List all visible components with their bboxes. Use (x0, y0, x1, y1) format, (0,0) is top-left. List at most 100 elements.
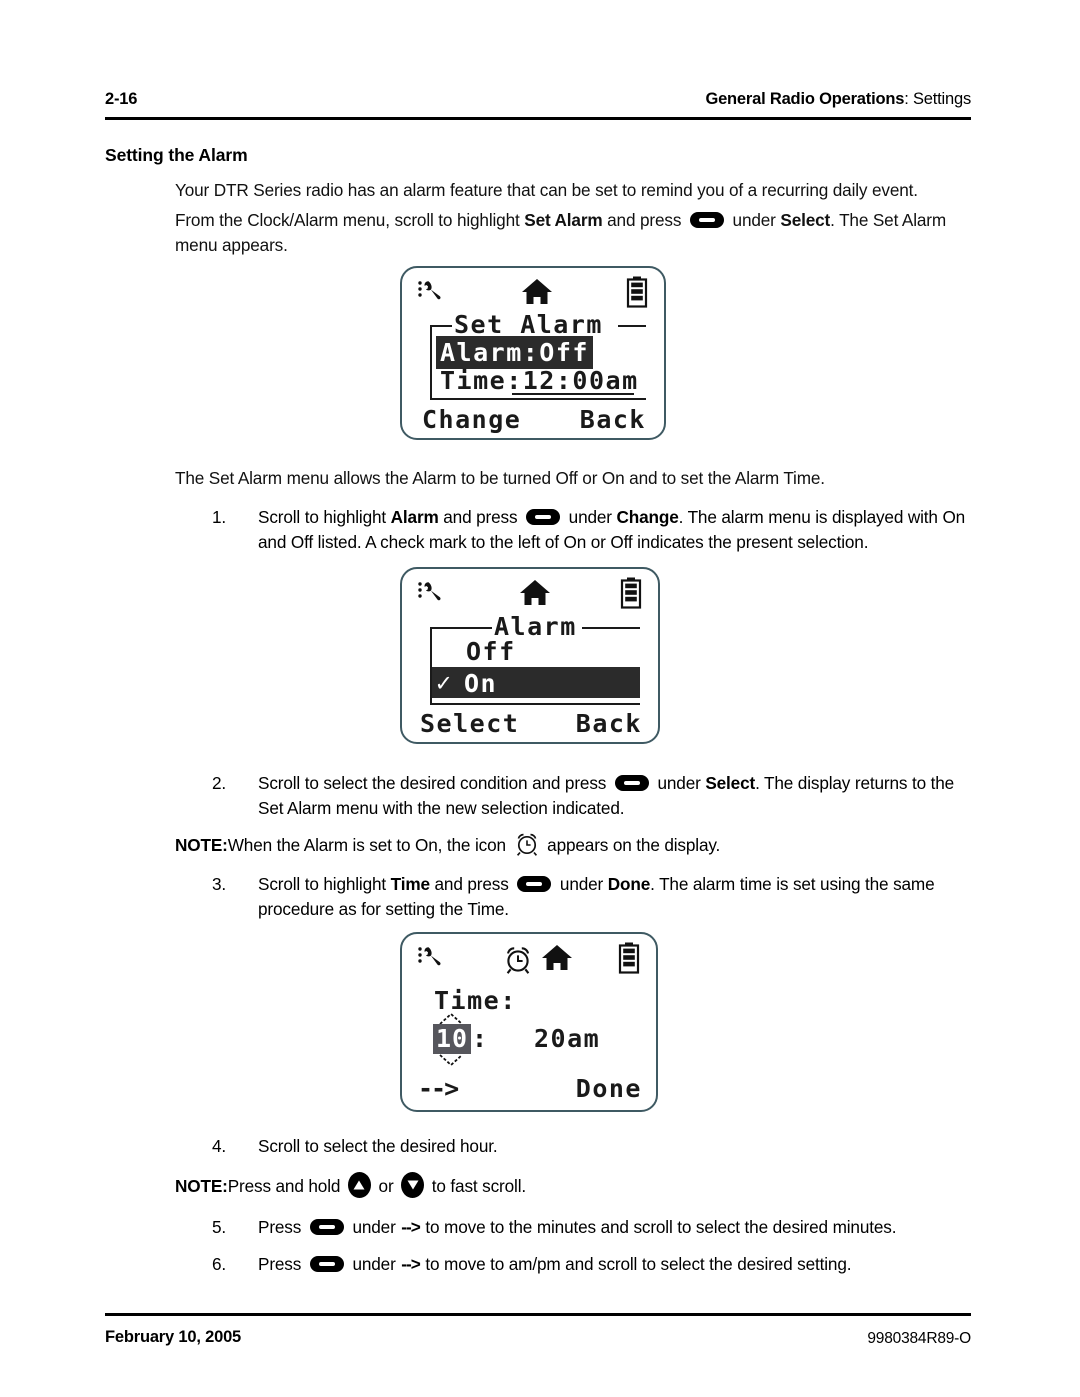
step-3: 3. Scroll to highlight Time and press un… (200, 872, 970, 922)
step-1-text-2: and press (438, 507, 523, 527)
lcd3-hour-field[interactable]: 10 (433, 1024, 471, 1054)
footer-divider (105, 1313, 971, 1316)
step-2-text-1: Scroll to select the desired condition a… (258, 773, 611, 793)
from-clock-text-3: under (727, 210, 781, 230)
lcd2-option-off[interactable]: Off (466, 637, 516, 666)
step-4: 4. Scroll to select the desired hour. (200, 1134, 970, 1159)
lcd2-title-rule-right (582, 627, 640, 629)
wrench-icon (416, 944, 446, 979)
step-1: 1. Scroll to highlight Alarm and press u… (200, 505, 970, 555)
lcd1-status-bar (402, 274, 664, 314)
menu-button-icon (517, 876, 552, 892)
step-5-text-4: to move to the minutes and scroll to sel… (420, 1217, 897, 1237)
lcd2-softkey-right[interactable]: Back (576, 709, 642, 738)
step-5-text: Press under --> to move to the minutes a… (258, 1215, 970, 1240)
note-1-text-a: When the Alarm is set to On, the icon (227, 835, 511, 855)
lcd2-status-bar (402, 575, 658, 615)
lcd1-softkey-left[interactable]: Change (422, 405, 521, 434)
lcd2-option-on-label: On (464, 669, 498, 698)
step-6-text-1: Press (258, 1254, 306, 1274)
home-icon (520, 276, 554, 313)
lcd1-box-left (430, 325, 432, 398)
menu-button-icon (614, 775, 649, 791)
from-clock-text-1: From the Clock/Alarm menu, scroll to hig… (175, 210, 525, 230)
menu-allows-paragraph: The Set Alarm menu allows the Alarm to b… (175, 468, 825, 488)
menu-button-icon (309, 1219, 344, 1235)
lcd2-softkey-left[interactable]: Select (420, 709, 519, 738)
step-2: 2. Scroll to select the desired conditio… (200, 771, 970, 821)
scroll-up-button-icon (347, 1172, 371, 1198)
lcd3-softkey-right[interactable]: Done (576, 1074, 642, 1103)
battery-icon (618, 942, 640, 979)
step-3-text: Scroll to highlight Time and press under… (258, 872, 970, 922)
step-2-text-3: under (652, 773, 706, 793)
page-header: 2-16 General Radio Operations: Settings (105, 90, 971, 120)
lcd3-softkey-left[interactable]: --> (418, 1074, 459, 1103)
header-divider (105, 117, 971, 120)
step-3-text-2: and press (429, 874, 514, 894)
step-6-text: Press under --> to move to am/pm and scr… (258, 1252, 970, 1277)
footer-date: February 10, 2005 (105, 1328, 242, 1346)
step-1-bold-alarm: Alarm (390, 507, 439, 527)
step-3-text-3: under (555, 874, 608, 894)
battery-icon (620, 577, 642, 614)
lcd-screen-alarm-list: Alarm Off ✓ On Select Back (400, 567, 660, 744)
step-5: 5. Press under --> to move to the minute… (200, 1215, 970, 1240)
lcd1-row-time[interactable]: Time:12:00am (440, 366, 639, 395)
lcd1-title: Set Alarm (454, 310, 603, 339)
header-section-rest: : Settings (904, 90, 971, 108)
footer-doc-number: 9980384R89-O (867, 1330, 971, 1347)
check-icon: ✓ (436, 668, 452, 697)
from-clock-bold-select: Select (780, 210, 831, 230)
page-title: Setting the Alarm (105, 145, 248, 165)
step-3-number: 3. (211, 874, 226, 894)
step-1-text-1: Scroll to highlight (258, 507, 391, 527)
lcd1-title-rule-right (618, 325, 646, 327)
lcd2-option-on[interactable]: ✓ On (432, 667, 640, 698)
scroll-down-button-icon (401, 1172, 425, 1198)
note-2-text-a: Press and hold (227, 1176, 345, 1196)
lcd1-softkey-right[interactable]: Back (580, 405, 646, 434)
step-3-bold-done: Done (607, 874, 651, 894)
step-1-bold-change: Change (616, 507, 679, 527)
lcd3-colon: : (472, 1024, 489, 1053)
from-clock-paragraph: From the Clock/Alarm menu, scroll to hig… (175, 208, 970, 258)
wrench-icon (416, 278, 446, 313)
lcd1-title-rule-left (430, 325, 452, 327)
step-3-text-1: Scroll to highlight (258, 874, 391, 894)
step-2-bold-select: Select (705, 773, 756, 793)
note-label: NOTE: (175, 1176, 228, 1196)
alarm-clock-icon (514, 831, 540, 857)
header-section-bold: General Radio Operations (705, 90, 905, 108)
note-fast-scroll: NOTE:Press and hold or to fast scroll. (175, 1172, 965, 1199)
triangle-down-icon (406, 1173, 419, 1198)
menu-button-icon (309, 1256, 344, 1272)
step-2-text: Scroll to select the desired condition a… (258, 771, 970, 821)
lcd3-status-bar (402, 940, 656, 980)
triangle-up-icon (353, 1173, 366, 1198)
intro-paragraph: Your DTR Series radio has an alarm featu… (175, 180, 918, 200)
note-label: NOTE: (175, 835, 228, 855)
step-6-text-3: under (347, 1254, 401, 1274)
lcd2-title-rule-left (430, 627, 492, 629)
battery-icon (626, 276, 648, 313)
page-number: 2-16 (105, 90, 138, 108)
menu-button-icon (689, 212, 724, 228)
step-1-text-3: under (564, 507, 617, 527)
step-5-text-1: Press (258, 1217, 306, 1237)
from-clock-text-2: and press (602, 210, 686, 230)
lcd1-time-underline (512, 393, 634, 395)
lcd1-row-alarm[interactable]: Alarm:Off (436, 336, 593, 369)
note-2-text-c: to fast scroll. (427, 1176, 526, 1196)
step-5-text-3: under (347, 1217, 401, 1237)
manual-page: 2-16 General Radio Operations: Settings … (0, 0, 1080, 1397)
from-clock-bold-set-alarm: Set Alarm (524, 210, 603, 230)
lcd3-time-label: Time: (434, 986, 517, 1015)
lcd-screen-time-edit: Time: 10 : 20am --> Done (400, 932, 658, 1112)
lcd2-box-bottom (430, 703, 640, 705)
wrench-icon (416, 579, 446, 614)
alarm-clock-icon (502, 944, 534, 981)
note-2-text-b: or (373, 1176, 399, 1196)
lcd3-minutes-meridiem[interactable]: 20am (534, 1024, 600, 1053)
caret-down-icon (436, 1054, 466, 1072)
